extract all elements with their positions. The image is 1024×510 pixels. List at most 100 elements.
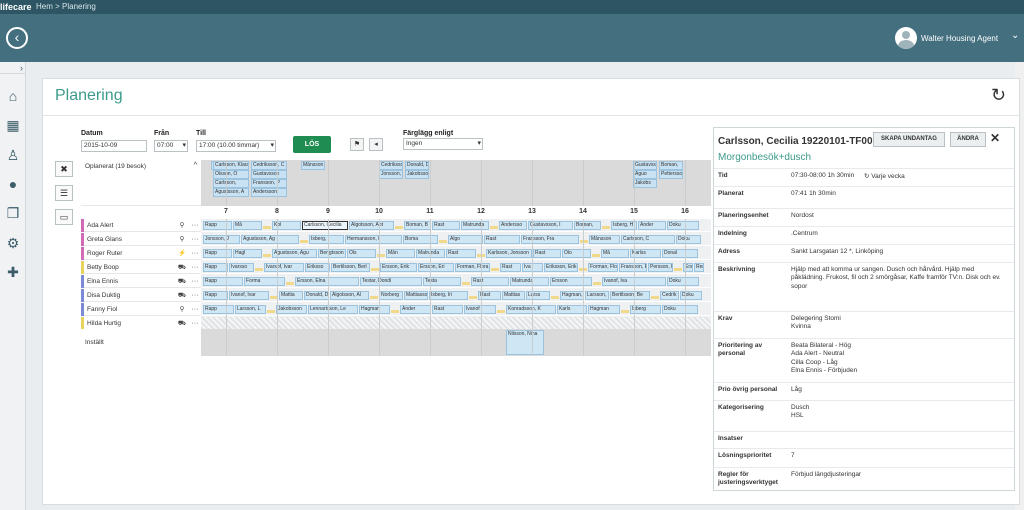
unplanned-booking[interactable]: Carlsson, <box>213 179 249 188</box>
booking-block[interactable]: Matrunda <box>461 221 489 230</box>
booking-block[interactable]: Ersson, Elna <box>295 277 359 286</box>
booking-block[interactable]: Doku <box>662 305 698 314</box>
user-icon[interactable]: ● <box>3 174 23 194</box>
unplanned-booking[interactable]: Pettersson <box>659 170 683 179</box>
booking-block[interactable]: Mattia <box>279 291 303 300</box>
booking-block[interactable]: Forman, Flora <box>455 263 490 272</box>
booking-block[interactable]: Algotsson, Ant <box>349 221 394 230</box>
booking-block[interactable]: Isberg, Iri <box>429 291 468 300</box>
back-button[interactable]: ‹ <box>6 27 28 49</box>
booking-block[interactable]: Ander <box>400 305 431 314</box>
booking-block[interactable]: Isberg, <box>309 235 344 244</box>
booking-block[interactable]: Carlsson, C <box>621 235 675 244</box>
unplanned-booking[interactable]: Gustavss <box>633 161 657 170</box>
booking-block[interactable]: Rast <box>484 235 520 244</box>
booking-block[interactable]: Fransson, Frida <box>619 263 647 272</box>
unplanned-booking[interactable]: Andersson <box>251 188 287 197</box>
booking-block[interactable]: Boma <box>403 235 438 244</box>
unplanned-booking[interactable]: Boman, <box>659 161 683 170</box>
booking-block[interactable]: Ivarsof, Ivar <box>264 263 304 272</box>
flag-icon[interactable]: ⚑ <box>350 138 364 151</box>
staff-row-label[interactable]: Ada Alert ⚲ ··· <box>81 219 201 232</box>
fargsatt-select[interactable]: Ingen <box>403 138 483 150</box>
booking-block[interactable]: Forma <box>244 277 285 286</box>
booking-block[interactable]: Mån <box>386 249 415 258</box>
booking-block[interactable]: Ivarsso <box>229 263 254 272</box>
booking-block[interactable]: Larsson, <box>585 291 609 300</box>
datum-field[interactable]: 2015-10-09 <box>81 140 147 152</box>
booking-block[interactable]: Doku <box>676 235 701 244</box>
sliders-icon[interactable]: ☰ <box>55 185 73 201</box>
booking-block[interactable]: Algotsson, Al <box>330 291 369 300</box>
booking-block[interactable]: Boman, <box>574 221 601 230</box>
booking-block[interactable]: Rast <box>432 305 463 314</box>
los-button[interactable]: LÖS <box>293 136 331 153</box>
staff-row-label[interactable]: Fanny Fiol ⚲ ··· <box>81 303 201 316</box>
user-avatar[interactable] <box>895 27 917 49</box>
booking-block[interactable]: Fransson, Fra <box>521 235 579 244</box>
booking-block[interactable]: Norberg <box>379 291 403 300</box>
chevron-up-icon[interactable]: ^ <box>194 162 197 169</box>
unplanned-booking[interactable]: Carlsson, Klara <box>213 161 249 170</box>
breadcrumb[interactable]: Hem > Planering <box>36 0 96 14</box>
booking-block[interactable]: Doku <box>680 291 702 300</box>
booking-block[interactable]: Doku <box>667 277 699 286</box>
selected-booking[interactable]: Carlsson, Cecilia <box>302 221 348 230</box>
booking-block[interactable]: Ersson, Eri <box>418 263 454 272</box>
staff-row-label[interactable]: Disa Duktig ⛟ ··· <box>81 289 201 302</box>
more-options-icon[interactable]: ··· <box>189 219 201 232</box>
booking-block[interactable]: Ivanof <box>464 305 496 314</box>
cancelled-booking[interactable]: Nilsson, Nina <box>506 330 544 355</box>
more-options-icon[interactable]: ··· <box>189 289 201 302</box>
booking-block[interactable]: Jonsson, J <box>203 235 240 244</box>
booking-block[interactable]: Testa <box>423 277 461 286</box>
unplanned-booking[interactable]: Agustsson, A <box>213 188 249 197</box>
booking-block[interactable]: Konradsson, K <box>506 305 556 314</box>
unplanned-booking[interactable]: Olsson, O <box>213 170 249 179</box>
booking-block[interactable]: Ersson, Erik <box>380 263 417 272</box>
booking-block[interactable]: Eriksso <box>305 263 330 272</box>
unplanned-booking[interactable]: Cedriksson, C <box>251 161 287 170</box>
booking-block[interactable]: Donal <box>662 249 698 258</box>
gamepad-icon[interactable]: ✚ <box>3 262 23 282</box>
booking-block[interactable]: Mattiasso <box>404 291 428 300</box>
booking-block[interactable]: Bertilsson, Be <box>610 291 650 300</box>
booking-block[interactable]: Rapp <box>203 291 228 300</box>
booking-block[interactable]: Larsson, L <box>235 305 266 314</box>
person-standing-icon[interactable]: ♙ <box>3 145 23 165</box>
booking-block[interactable]: Rapp <box>203 277 243 286</box>
unplanned-booking[interactable]: Jakobs <box>633 179 657 188</box>
booking-block[interactable]: Agustsson, Agu <box>272 249 317 258</box>
booking-block[interactable]: Månsson <box>589 235 620 244</box>
booking-block[interactable]: Olo <box>562 249 591 258</box>
refresh-icon[interactable]: ↻ <box>991 85 1006 106</box>
unplanned-booking[interactable]: Fransson, P <box>251 179 287 188</box>
booking-block[interactable]: Persson, Fr <box>648 263 673 272</box>
booking-block[interactable]: Rapp <box>203 263 228 272</box>
booking-block[interactable]: Andersso <box>499 221 527 230</box>
booking-block[interactable]: Hagman, <box>560 291 584 300</box>
booking-block[interactable]: Rast <box>500 263 521 272</box>
till-select[interactable]: 17:00 (10.00 timmar) <box>196 140 276 152</box>
close-icon[interactable]: ✕ <box>990 131 1000 145</box>
chevron-down-icon[interactable]: ⌄ <box>1011 30 1019 41</box>
booking-block[interactable]: Rast <box>471 277 509 286</box>
booking-block[interactable]: Ols <box>347 249 376 258</box>
staff-row-label[interactable]: Elna Ennis ⛟ ··· <box>81 275 201 288</box>
booking-block[interactable]: Hagl <box>233 249 262 258</box>
unplanned-booking[interactable]: Cedriksson, C <box>379 161 403 170</box>
booking-block[interactable]: Rast <box>533 249 561 258</box>
more-options-icon[interactable]: ··· <box>189 275 201 288</box>
documents-icon[interactable]: ❐ <box>3 203 23 223</box>
unplanned-booking[interactable]: Månsson <box>301 161 325 170</box>
booking-block[interactable]: Gustavsson, I <box>528 221 573 230</box>
booking-block[interactable]: Ander <box>638 221 666 230</box>
fran-select[interactable]: 07:00 <box>154 140 188 152</box>
unplanned-booking[interactable]: Aguo <box>633 170 657 179</box>
booking-block[interactable]: Algo <box>448 235 483 244</box>
user-name[interactable]: Walter Housing Agent <box>921 34 998 43</box>
booking-block[interactable]: Karlsson, Jonsson <box>486 249 532 258</box>
booking-block[interactable]: Forman, Flora <box>588 263 618 272</box>
more-options-icon[interactable]: ··· <box>189 247 201 260</box>
booking-block[interactable]: Rast <box>432 221 460 230</box>
